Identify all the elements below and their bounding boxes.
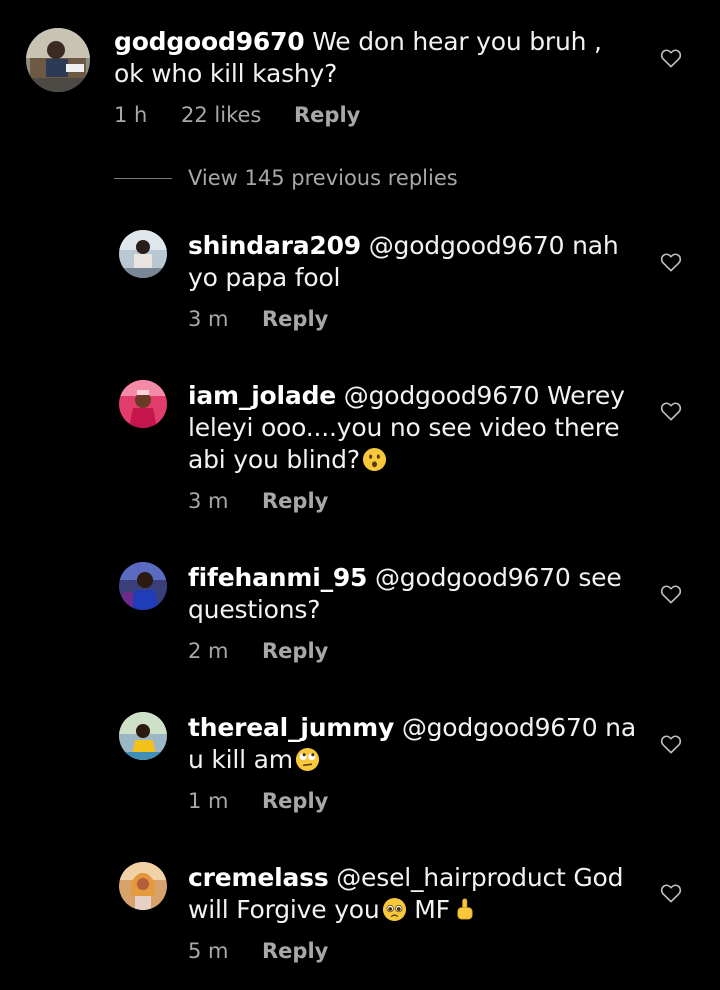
comment-text: thereal_jummy @godgood9670 na u kill am: [188, 712, 648, 776]
comment-username[interactable]: fifehanmi_95: [188, 563, 367, 592]
avatar[interactable]: [119, 230, 167, 278]
reply-button[interactable]: Reply: [262, 789, 328, 813]
reply-button[interactable]: Reply: [262, 489, 328, 513]
comment-text: shindara209 @godgood9670 nah yo papa foo…: [188, 230, 648, 294]
reply-button[interactable]: Reply: [262, 639, 328, 663]
comment-time: 1 h: [114, 103, 148, 127]
comment-time: 3 m: [188, 489, 229, 513]
heart-icon[interactable]: [660, 48, 682, 68]
heart-icon[interactable]: [660, 734, 682, 754]
hushed-face-emoji: [362, 447, 386, 472]
comment-meta: 3 m Reply: [188, 307, 328, 331]
view-previous-label[interactable]: View 145 previous replies: [188, 166, 458, 190]
comment-username[interactable]: cremelass: [188, 863, 329, 892]
view-previous-replies[interactable]: View 145 previous replies: [114, 166, 458, 190]
comment-body-suffix: MF: [406, 895, 450, 924]
comment-mention[interactable]: @esel_hairproduct: [329, 863, 566, 892]
comment-username[interactable]: iam_jolade: [188, 381, 336, 410]
comment-username[interactable]: shindara209: [188, 231, 361, 260]
comment-meta: 1 h 22 likes Reply: [114, 103, 360, 127]
comment-text: fifehanmi_95 @godgood9670 see questions?: [188, 562, 648, 626]
reply-button[interactable]: Reply: [262, 939, 328, 963]
comment-meta: 2 m Reply: [188, 639, 328, 663]
heart-icon[interactable]: [660, 252, 682, 272]
avatar[interactable]: [119, 380, 167, 428]
comment-text: cremelass @esel_hairproduct God will For…: [188, 862, 648, 926]
avatar[interactable]: [119, 562, 167, 610]
avatar[interactable]: [119, 862, 167, 910]
comment-meta: 5 m Reply: [188, 939, 328, 963]
comment-mention[interactable]: @godgood9670: [361, 231, 565, 260]
eye-roll-emoji: [295, 747, 319, 772]
comment-time: 5 m: [188, 939, 229, 963]
comment-username[interactable]: godgood9670: [114, 27, 305, 56]
avatar[interactable]: [119, 712, 167, 760]
heart-icon[interactable]: [660, 401, 682, 421]
comment-username[interactable]: thereal_jummy: [188, 713, 394, 742]
heart-icon[interactable]: [660, 584, 682, 604]
heart-icon[interactable]: [660, 883, 682, 903]
comment-mention[interactable]: @godgood9670: [336, 381, 540, 410]
comment-meta: 1 m Reply: [188, 789, 328, 813]
comment-text: iam_jolade @godgood9670 Werey leleyi ooo…: [188, 380, 648, 476]
avatar[interactable]: [26, 28, 90, 92]
comment-meta: 3 m Reply: [188, 489, 328, 513]
comment-time: 3 m: [188, 307, 229, 331]
comment-likes[interactable]: 22 likes: [181, 103, 294, 127]
divider-line: [114, 177, 172, 179]
comment-mention[interactable]: @godgood9670: [394, 713, 598, 742]
comment-mention[interactable]: @godgood9670: [367, 563, 571, 592]
middle-finger-emoji: [457, 898, 473, 920]
pleading-face-emoji: [382, 897, 406, 922]
comment-time: 1 m: [188, 789, 229, 813]
reply-button[interactable]: Reply: [262, 307, 328, 331]
comment-time: 2 m: [188, 639, 229, 663]
comment-text: godgood9670 We don hear you bruh , ok wh…: [114, 26, 634, 90]
reply-button[interactable]: Reply: [294, 103, 360, 127]
